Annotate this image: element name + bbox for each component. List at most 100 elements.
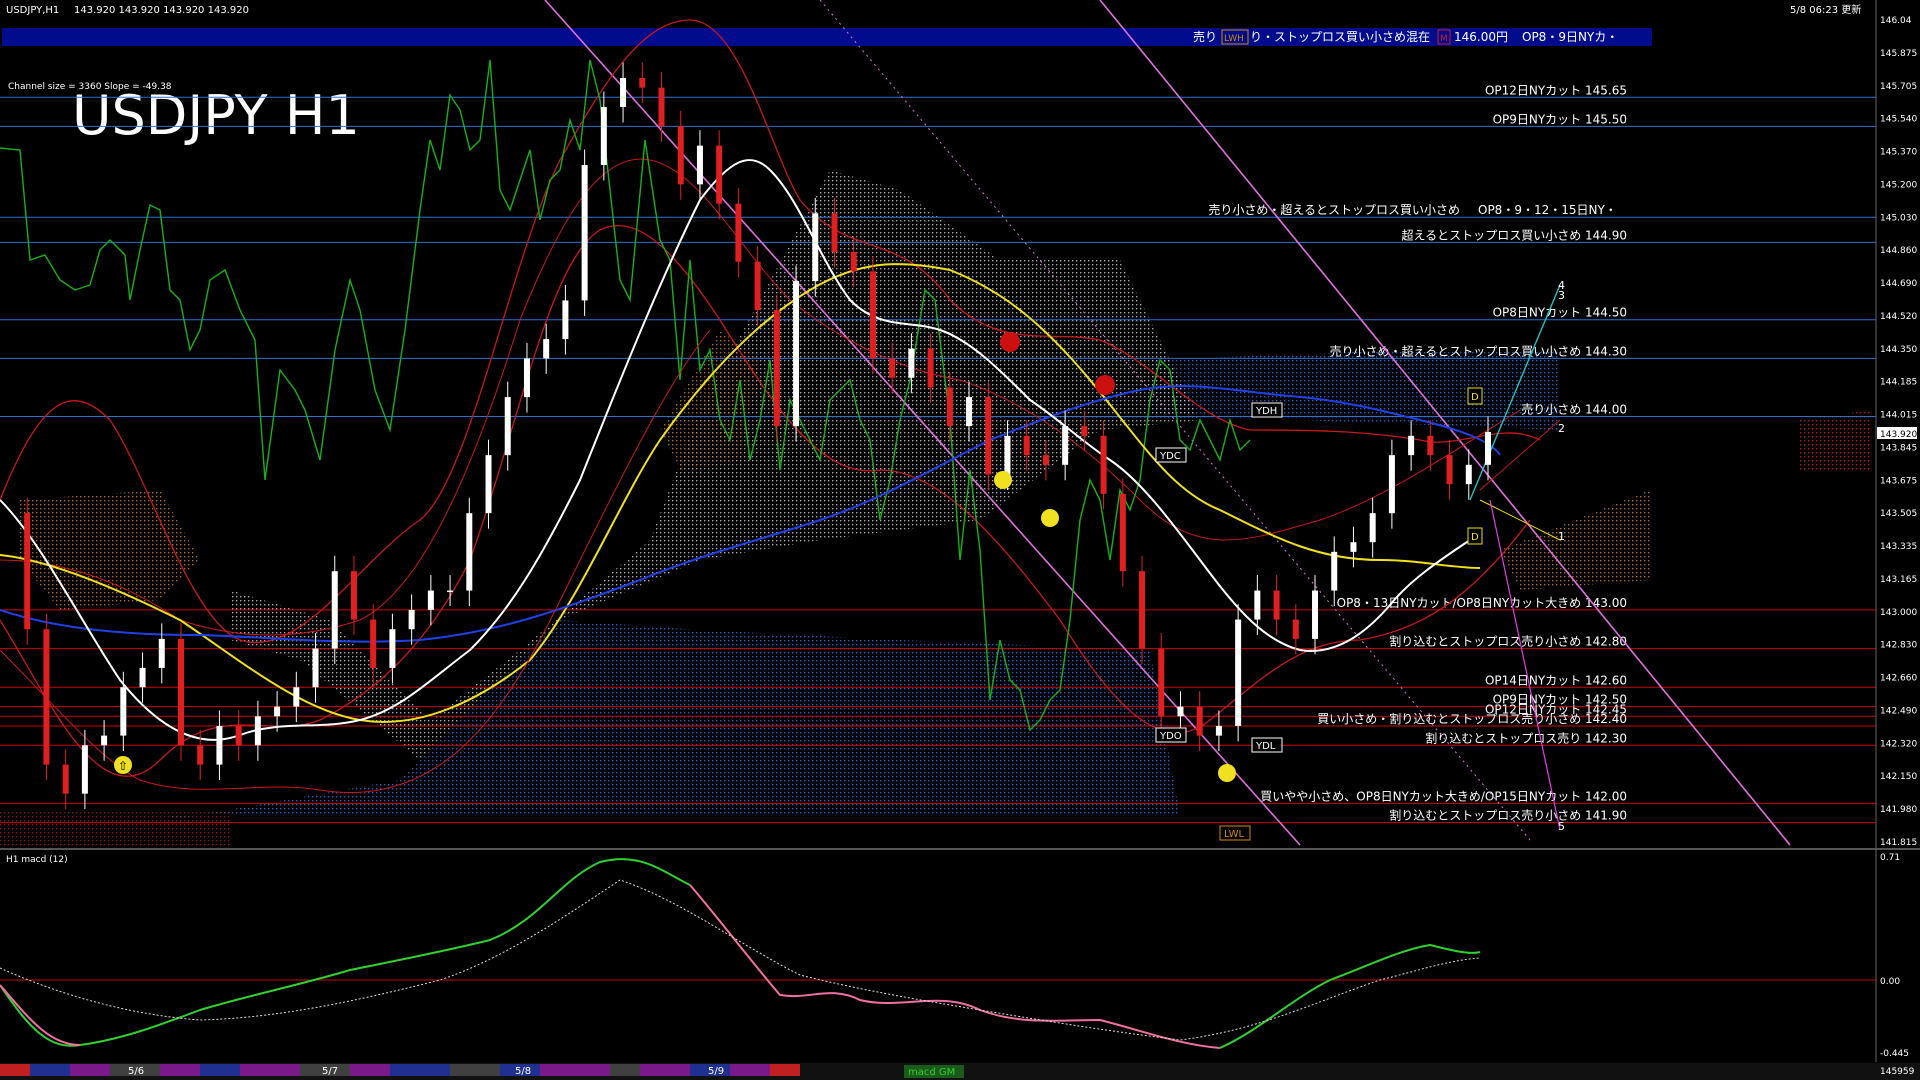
candle-body[interactable] — [389, 629, 396, 668]
candle-body[interactable] — [139, 667, 146, 688]
price-axis-label: 143.165 — [1880, 575, 1917, 585]
candle-body[interactable] — [177, 638, 184, 746]
candle-body[interactable] — [504, 397, 511, 456]
price-axis-label: 144.690 — [1880, 279, 1917, 289]
candle-body[interactable] — [43, 629, 50, 765]
candle-body[interactable] — [24, 513, 31, 630]
candle-body[interactable] — [523, 358, 530, 398]
candle-body[interactable] — [908, 348, 915, 378]
candle-body[interactable] — [1177, 706, 1184, 717]
candle-body[interactable] — [639, 77, 646, 88]
ydl-marker: YDL — [1255, 741, 1276, 752]
session-bar — [0, 1064, 30, 1076]
candle-body[interactable] — [716, 145, 723, 204]
candle-body[interactable] — [985, 397, 992, 475]
candle-body[interactable] — [1062, 426, 1069, 465]
wave-label-2: 2 — [1558, 422, 1565, 435]
candle-body[interactable] — [350, 571, 357, 620]
price-level-label: 買い小さめ・割り込むとストップロス売り小さめ 142.40 — [1317, 711, 1627, 726]
candle-body[interactable] — [1465, 464, 1472, 485]
candle-body[interactable] — [946, 387, 953, 427]
ichimoku-cloud-red-left — [0, 810, 230, 845]
candle-body[interactable] — [562, 300, 569, 340]
candle-body[interactable] — [466, 513, 473, 591]
candle-body[interactable] — [1292, 619, 1299, 639]
banner-text-left: 売り — [1193, 29, 1217, 44]
price-axis-label: 145.030 — [1880, 213, 1917, 223]
candle-body[interactable] — [62, 764, 69, 794]
candle-body[interactable] — [1446, 455, 1453, 485]
macd-axis-zero: 0.00 — [1880, 977, 1900, 987]
price-axis-label: 143.000 — [1880, 608, 1917, 618]
candle-body[interactable] — [1254, 590, 1261, 620]
macd-tag: macd GM — [908, 1067, 955, 1078]
candle-body[interactable] — [1158, 648, 1165, 717]
candle-body[interactable] — [235, 725, 242, 746]
candle-body[interactable] — [927, 348, 934, 388]
candle-body[interactable] — [677, 126, 684, 185]
candle-body[interactable] — [1023, 435, 1030, 456]
candle-body[interactable] — [274, 706, 281, 717]
candle-body[interactable] — [600, 106, 607, 166]
candle-body[interactable] — [696, 145, 703, 185]
candle-body[interactable] — [581, 165, 588, 301]
candle-body[interactable] — [1215, 725, 1222, 736]
session-bar — [160, 1064, 200, 1076]
candle-body[interactable] — [1485, 431, 1491, 465]
candle-body[interactable] — [81, 745, 88, 794]
macd-title: H1 macd (12) — [6, 855, 68, 865]
candle-body[interactable] — [658, 87, 665, 127]
price-level-label: OP9日NYカット 145.50 — [1493, 112, 1627, 126]
fractal-down-icon — [1095, 375, 1115, 395]
candle-body[interactable] — [1331, 551, 1338, 591]
candle-body[interactable] — [1350, 542, 1357, 552]
candle-body[interactable] — [447, 590, 454, 593]
candle-body[interactable] — [312, 648, 319, 688]
banner-text-price: 146.00円 — [1454, 30, 1508, 44]
candle-body[interactable] — [485, 455, 492, 514]
candle-body[interactable] — [120, 687, 127, 736]
candle-body[interactable] — [869, 271, 876, 359]
candle-body[interactable] — [966, 397, 973, 427]
candle-body[interactable] — [1139, 571, 1146, 649]
candle-body[interactable] — [1369, 513, 1376, 543]
candle-body[interactable] — [793, 281, 800, 427]
price-axis-label: 141.815 — [1880, 838, 1917, 848]
candle-body[interactable] — [1042, 455, 1049, 465]
candle-body[interactable] — [1312, 590, 1319, 639]
candle-body[interactable] — [216, 725, 223, 765]
candle-body[interactable] — [427, 590, 434, 610]
candle-body[interactable] — [408, 609, 415, 630]
candle-body[interactable] — [620, 77, 627, 107]
wave-label-5: 5 — [1558, 820, 1565, 833]
price-axis-label: 143.845 — [1880, 443, 1917, 453]
candle-body[interactable] — [1408, 435, 1415, 456]
candle-body[interactable] — [543, 339, 550, 359]
candle-body[interactable] — [1081, 426, 1088, 436]
candle-body[interactable] — [1427, 435, 1434, 456]
candle-body[interactable] — [1119, 493, 1126, 572]
candle-body[interactable] — [197, 745, 204, 765]
candle-body[interactable] — [754, 261, 761, 311]
candle-body[interactable] — [1100, 435, 1107, 494]
candle-body[interactable] — [293, 687, 300, 707]
candle-body[interactable] — [101, 735, 108, 746]
candle-body[interactable] — [812, 213, 819, 282]
banner-text-right: OP8・9日NYカ・ — [1522, 30, 1618, 44]
candle-body[interactable] — [773, 310, 780, 427]
candle-body[interactable] — [1004, 435, 1011, 475]
candle-body[interactable] — [1388, 455, 1395, 514]
candle-body[interactable] — [370, 619, 377, 668]
candle-body[interactable] — [158, 638, 165, 668]
candle-body[interactable] — [1235, 619, 1242, 726]
candle-body[interactable] — [1196, 706, 1203, 736]
candle-body[interactable] — [735, 203, 742, 262]
candle-body[interactable] — [254, 716, 261, 746]
session-bar — [240, 1064, 300, 1076]
candle-body[interactable] — [331, 571, 338, 649]
candle-body[interactable] — [889, 358, 896, 378]
candle-body[interactable] — [1273, 590, 1280, 620]
candle-body[interactable] — [850, 252, 857, 272]
trading-chart[interactable]: USDJPY,H1 143.920 143.920 143.920 143.92… — [0, 0, 1920, 1080]
candle-body[interactable] — [831, 213, 838, 253]
